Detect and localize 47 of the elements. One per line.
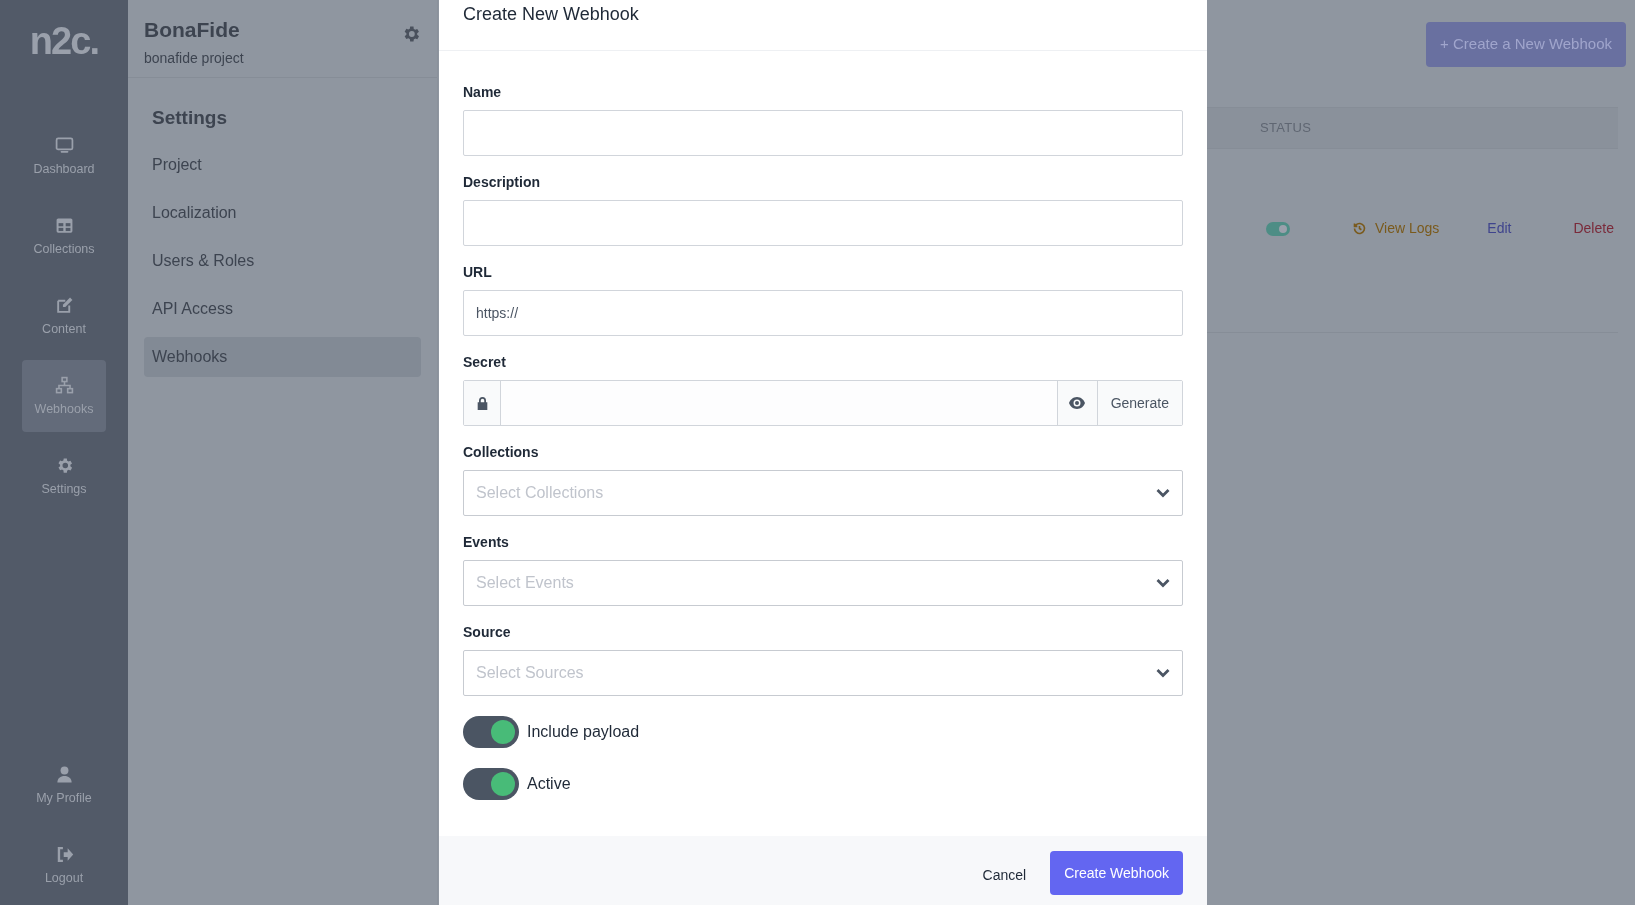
field-label: Events bbox=[463, 533, 510, 551]
nav-item[interactable]: Collections bbox=[22, 200, 106, 272]
field-label: URL bbox=[463, 263, 493, 281]
field-label: Secret bbox=[463, 353, 507, 371]
logo[interactable]: n2c. bbox=[29, 22, 99, 60]
settings-menu-item[interactable]: Webhooks bbox=[144, 336, 421, 377]
modal-title: Create New Webhook bbox=[463, 3, 640, 26]
toggle-label: Include payload bbox=[527, 722, 640, 742]
edit-link[interactable]: Edit bbox=[1487, 218, 1512, 239]
settings-heading: Settings bbox=[151, 106, 228, 130]
nav-item[interactable]: Content bbox=[22, 280, 106, 352]
toggle-switch[interactable] bbox=[463, 716, 519, 748]
view-logs-link[interactable]: View Logs bbox=[1352, 218, 1440, 239]
input-field[interactable] bbox=[463, 110, 1183, 156]
edit-icon bbox=[54, 296, 74, 316]
field-label: Name bbox=[463, 83, 503, 101]
status-toggle[interactable] bbox=[1266, 221, 1290, 236]
select-field[interactable]: Select Events bbox=[463, 560, 1183, 606]
nav-item[interactable]: Dashboard bbox=[22, 120, 106, 192]
field-label: Collections bbox=[463, 443, 540, 461]
input-field[interactable] bbox=[463, 200, 1183, 246]
nav-item[interactable]: My Profile bbox=[22, 749, 106, 821]
nav-item[interactable]: Logout bbox=[22, 829, 106, 901]
table-icon bbox=[54, 216, 74, 236]
monitor-icon bbox=[54, 136, 74, 156]
create-webhook-button[interactable]: Create Webhook bbox=[1050, 851, 1183, 895]
network-icon bbox=[54, 376, 74, 396]
history-icon bbox=[1352, 221, 1367, 236]
settings-menu-item[interactable]: API Access bbox=[144, 288, 421, 329]
input-field[interactable]: https:// bbox=[463, 290, 1183, 336]
select-field[interactable]: Select Sources bbox=[463, 650, 1183, 696]
project-subtitle: bonafide project bbox=[144, 48, 244, 68]
chevron-down-icon bbox=[1156, 668, 1170, 678]
select-field[interactable]: Select Collections bbox=[463, 470, 1183, 516]
settings-menu-item[interactable]: Users & Roles bbox=[144, 240, 421, 281]
settings-menu-item[interactable]: Localization bbox=[144, 192, 421, 233]
field-label: Source bbox=[463, 623, 512, 641]
project-name: BonaFide bbox=[144, 17, 241, 43]
toggle-switch[interactable] bbox=[463, 768, 519, 800]
delete-link[interactable]: Delete bbox=[1573, 218, 1614, 239]
settings-menu-item[interactable]: Project bbox=[144, 144, 421, 185]
toggle-label: Active bbox=[527, 774, 571, 794]
chevron-down-icon bbox=[1156, 578, 1170, 588]
field-label: Description bbox=[463, 173, 541, 191]
cancel-button[interactable]: Cancel bbox=[974, 855, 1035, 895]
chevron-down-icon bbox=[1156, 488, 1170, 498]
nav-item[interactable]: Settings bbox=[22, 440, 106, 512]
